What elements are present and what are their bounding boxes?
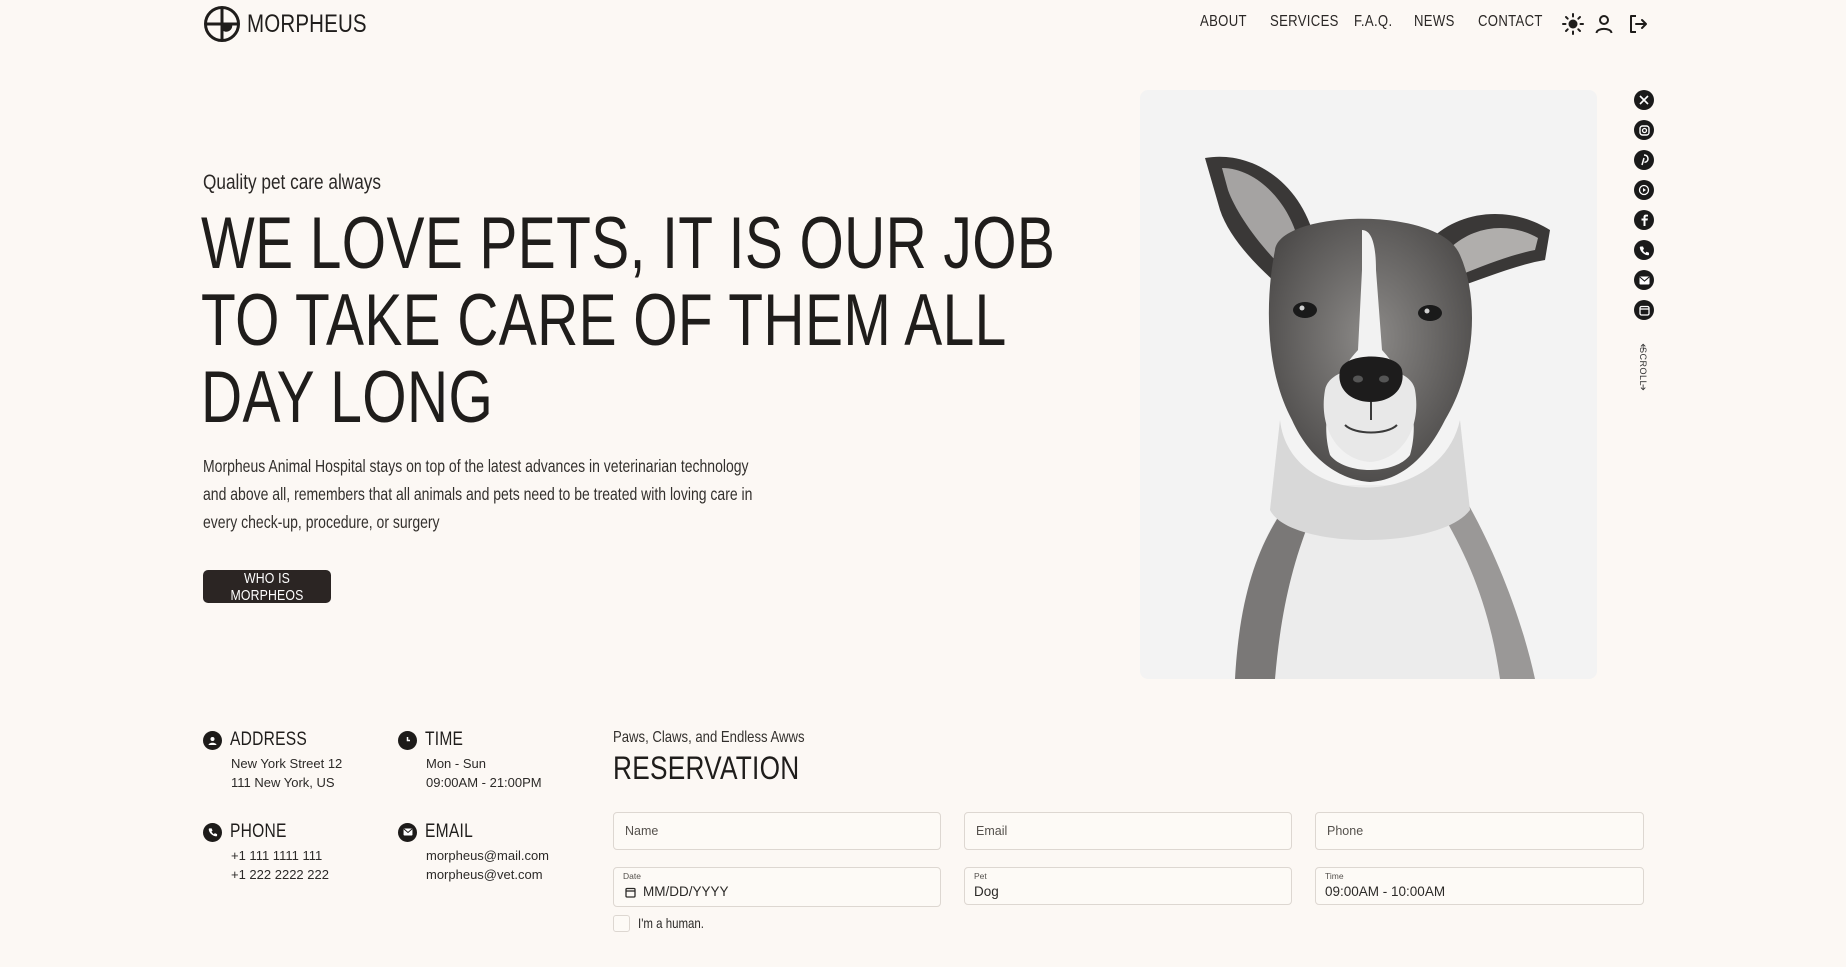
calendar-icon[interactable] xyxy=(625,887,636,898)
phone-title: PHONE xyxy=(230,821,287,842)
x-icon[interactable] xyxy=(1634,90,1654,110)
intro-line: every check-up, procedure, or surgery xyxy=(203,512,440,532)
nav-faq[interactable]: F.A.Q. xyxy=(1354,13,1401,31)
pet-label: Pet xyxy=(974,871,987,881)
mail-icon xyxy=(398,822,417,842)
nav-services[interactable]: SERVICES xyxy=(1270,13,1354,31)
reservation-subtitle: Paws, Claws, and Endless Awws xyxy=(613,729,805,746)
time-block: TIME Mon - Sun 09:00AM - 21:00PM xyxy=(398,729,542,792)
dog-photo xyxy=(1140,90,1597,679)
intro-line: and above all, remembers that all animal… xyxy=(203,484,753,504)
address-line: 111 New York, US xyxy=(231,775,335,790)
logout-icon[interactable] xyxy=(1627,13,1649,35)
email-title: EMAIL xyxy=(425,821,473,842)
headline-line: DAY LONG xyxy=(201,357,494,438)
phone-icon xyxy=(203,822,222,842)
logo-mark-icon xyxy=(204,6,240,42)
date-field[interactable]: Date MM/DD/YYYY xyxy=(613,867,941,907)
address-block: ADDRESS New York Street 12 111 New York,… xyxy=(203,729,342,792)
mail-icon[interactable] xyxy=(1634,270,1654,290)
social-links xyxy=(1634,90,1654,330)
user-icon[interactable] xyxy=(1593,13,1615,35)
phone-line[interactable]: +1 222 2222 222 xyxy=(231,865,329,884)
email-placeholder: Email xyxy=(976,824,1008,838)
site-header: MORPHEUS ABOUT SERVICES F.A.Q. NEWS CONT… xyxy=(0,0,1846,50)
dog-illustration xyxy=(1205,156,1550,679)
clock-icon xyxy=(398,730,417,750)
hero-tagline: Quality pet care always xyxy=(203,171,382,194)
email-block: EMAIL morpheus@mail.com morpheus@vet.com xyxy=(398,821,549,884)
human-checkbox-label[interactable]: I'm a human. xyxy=(638,915,719,931)
logo-text: MORPHEUS xyxy=(247,9,367,38)
logo[interactable]: MORPHEUS xyxy=(203,5,393,43)
date-value: MM/DD/YYYY xyxy=(643,884,729,899)
pinterest-icon[interactable] xyxy=(1634,150,1654,170)
phone-placeholder: Phone xyxy=(1327,824,1364,838)
email-line[interactable]: morpheus@vet.com xyxy=(426,865,549,884)
time-label: Time xyxy=(1325,871,1344,881)
facebook-icon[interactable] xyxy=(1634,210,1654,230)
nav-news[interactable]: NEWS xyxy=(1414,13,1464,31)
email-field[interactable]: Email xyxy=(964,812,1292,850)
pet-value: Dog xyxy=(974,884,999,899)
hero-headline: WE LOVE PETS, IT IS OUR JOB TO TAKE CARE… xyxy=(201,203,1056,438)
scroll-label: SCROLL xyxy=(1638,347,1648,387)
address-line: New York Street 12 xyxy=(231,756,343,771)
sun-icon[interactable] xyxy=(1562,13,1584,35)
instagram-icon[interactable] xyxy=(1634,120,1654,140)
phone-field[interactable]: Phone xyxy=(1315,812,1644,850)
name-placeholder: Name xyxy=(625,824,659,838)
hero-intro: Morpheus Animal Hospital stays on top of… xyxy=(203,452,803,536)
calendar-icon[interactable] xyxy=(1634,300,1654,320)
who-is-morpheos-button[interactable]: WHO IS MORPHEOS xyxy=(203,570,331,604)
phone-block: PHONE +1 111 1111 111 +1 222 2222 222 xyxy=(203,821,329,884)
time-title: TIME xyxy=(425,729,464,750)
phone-line[interactable]: +1 111 1111 111 xyxy=(231,846,329,865)
time-line: Mon - Sun xyxy=(426,756,486,771)
nav-about[interactable]: ABOUT xyxy=(1200,13,1257,31)
youtube-icon[interactable] xyxy=(1634,180,1654,200)
headline-line: WE LOVE PETS, IT IS OUR JOB xyxy=(201,203,1056,284)
reservation-title: RESERVATION xyxy=(613,750,800,786)
address-title: ADDRESS xyxy=(230,729,308,750)
name-field[interactable]: Name xyxy=(613,812,941,850)
date-label: Date xyxy=(623,871,641,881)
headline-line: TO TAKE CARE OF THEM ALL xyxy=(201,280,1007,361)
pet-select[interactable]: Pet Dog xyxy=(964,867,1292,905)
time-select[interactable]: Time 09:00AM - 10:00AM xyxy=(1315,867,1644,905)
time-line: 09:00AM - 21:00PM xyxy=(426,775,542,790)
time-value: 09:00AM - 10:00AM xyxy=(1325,884,1446,899)
nav-contact[interactable]: CONTACT xyxy=(1478,13,1557,31)
human-checkbox[interactable] xyxy=(613,915,630,932)
intro-line: Morpheus Animal Hospital stays on top of… xyxy=(203,456,749,476)
email-line[interactable]: morpheus@mail.com xyxy=(426,846,549,865)
phone-icon[interactable] xyxy=(1634,240,1654,260)
location-icon xyxy=(203,730,222,750)
